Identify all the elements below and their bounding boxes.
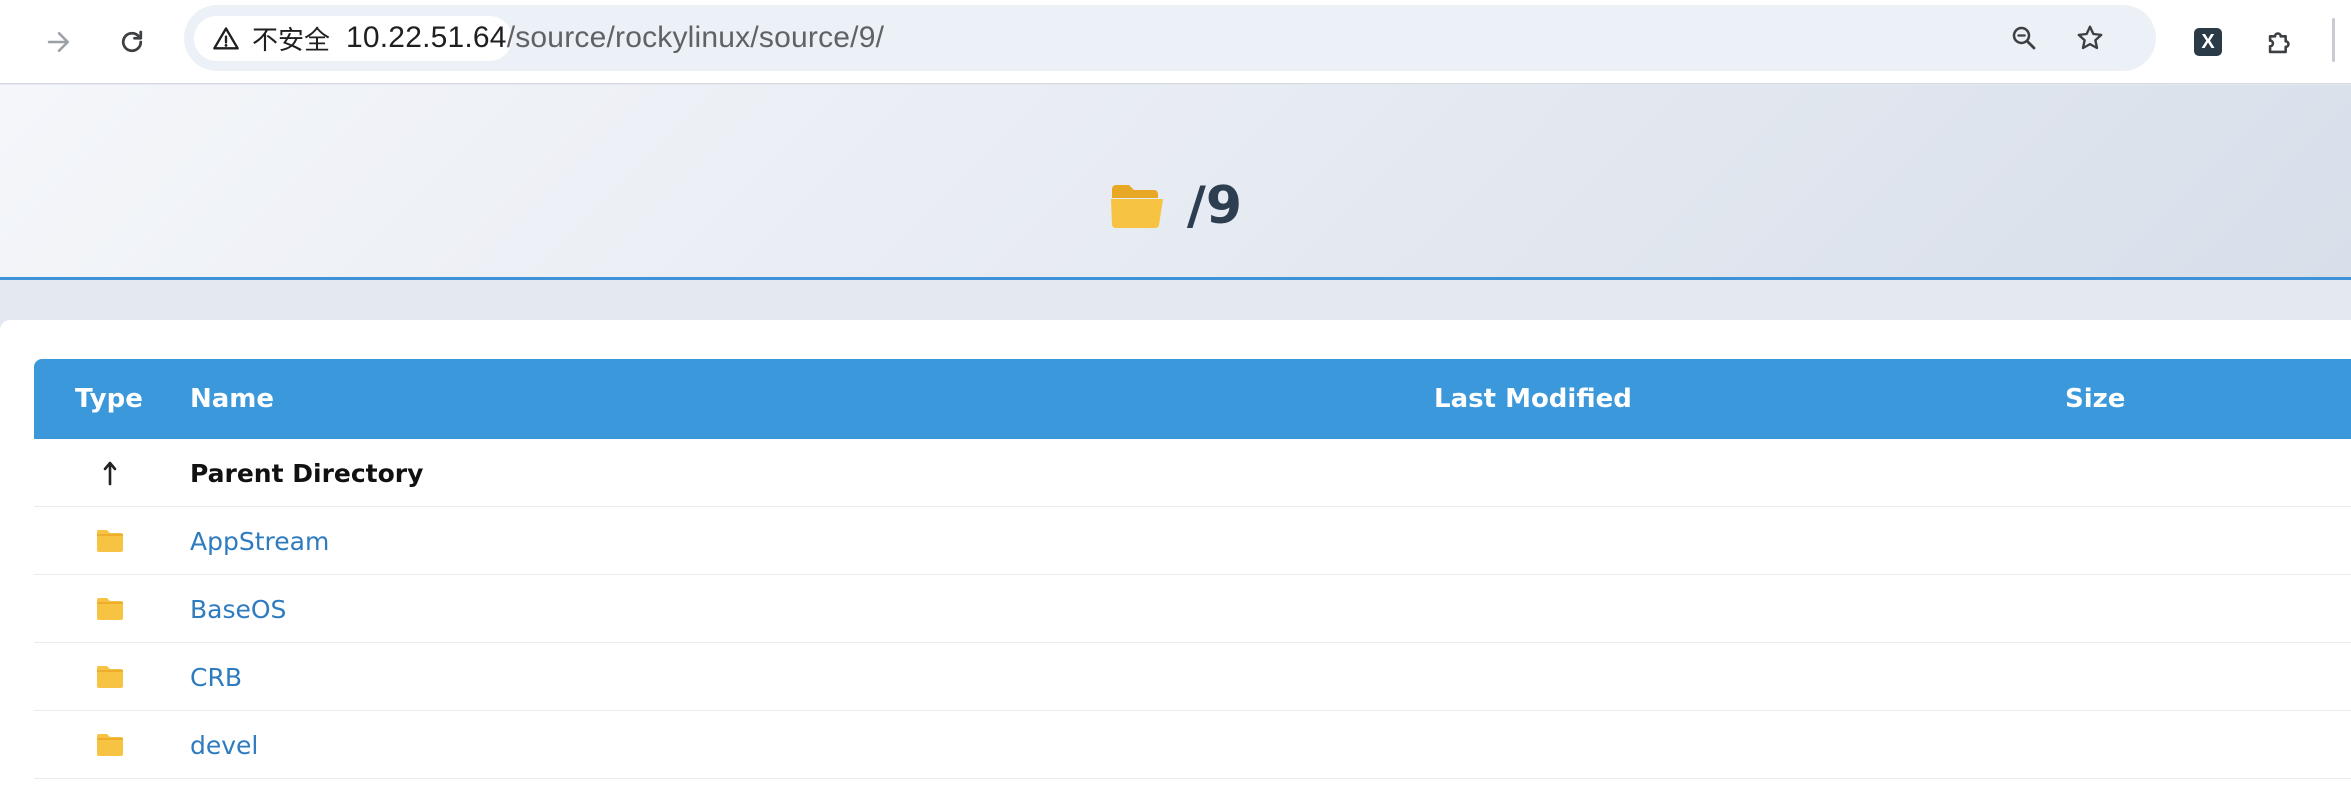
folder-link-appstream[interactable]: AppStream [190,507,329,575]
bookmark-button[interactable] [2070,18,2110,58]
folder-icon [90,507,130,575]
zoom-icon [2012,26,2036,50]
star-icon [2077,25,2103,50]
folder-open-icon [1110,184,1163,228]
parent-directory-link[interactable]: Parent Directory [190,439,423,507]
table-row[interactable]: CRB [34,643,2351,711]
warning-icon [213,26,239,49]
header-type[interactable]: Type [75,359,143,439]
folder-link-devel[interactable]: devel [190,711,258,779]
security-label: 不安全 [252,26,331,56]
folder-icon [90,643,130,711]
page-title: /9 [0,85,2351,280]
forward-arrow-icon [47,32,69,52]
url-path: /source/rockylinux/source/9/ [506,21,885,54]
folder-icon [90,575,130,643]
table-row[interactable]: devel [34,711,2351,779]
browser-toolbar: 不安全 10.22.51.64/source/rockylinux/source… [0,0,2351,84]
extension-x-button[interactable]: X [2182,16,2234,68]
folder-icon [90,711,130,779]
toolbar-divider [2332,18,2335,62]
address-bar[interactable]: 不安全 10.22.51.64/source/rockylinux/source… [184,5,2156,71]
folder-link-baseos[interactable]: BaseOS [190,575,286,643]
reload-button[interactable] [106,16,158,68]
table-row[interactable]: AppStream [34,507,2351,575]
url-text[interactable]: 10.22.51.64/source/rockylinux/source/9/ [346,5,884,71]
content-panel: Type Name Last Modified Size Parent Dire… [0,320,2351,787]
puzzle-icon [2268,32,2290,54]
table-header: Type Name Last Modified Size [34,359,2351,439]
extensions-button[interactable] [2254,16,2306,68]
directory-listing: Type Name Last Modified Size Parent Dire… [34,359,2351,779]
page-title-text: /9 [1186,175,1243,236]
reload-icon [121,30,143,53]
zoom-button[interactable] [2004,18,2044,58]
header-name[interactable]: Name [190,359,274,439]
header-size[interactable]: Size [2065,359,2125,439]
extension-x-icon: X [2194,28,2222,56]
up-arrow-icon [90,439,130,507]
forward-button[interactable] [33,16,85,68]
table-row[interactable]: BaseOS [34,575,2351,643]
page-header: /9 [0,85,2351,280]
url-host: 10.22.51.64 [346,21,507,54]
folder-link-crb[interactable]: CRB [190,643,242,711]
table-row[interactable]: Parent Directory [34,439,2351,507]
header-last-modified[interactable]: Last Modified [1434,359,1632,439]
